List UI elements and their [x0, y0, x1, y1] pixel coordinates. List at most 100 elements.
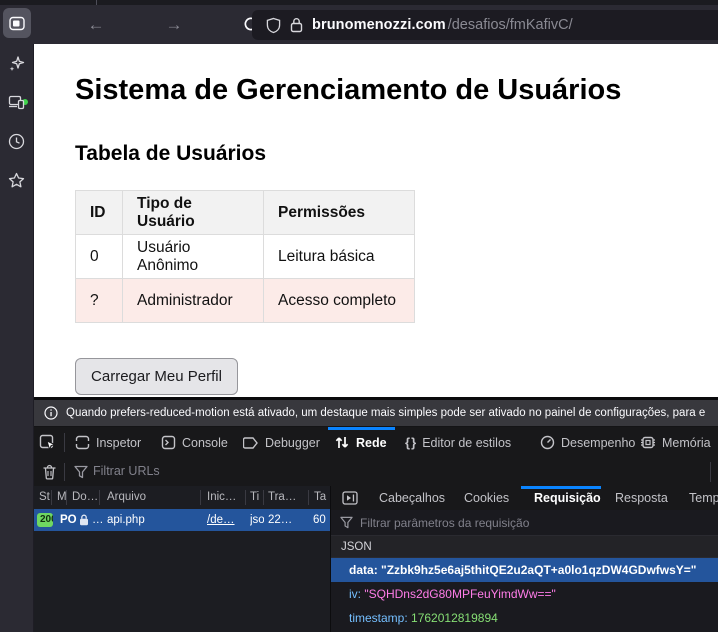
url-path: /desafios/fmKafivC/ [448, 17, 573, 33]
col-header-tipo: Tipo de Usuário [123, 191, 264, 235]
details-tabbar: Cabeçalhos Cookies Requisição Resposta T… [331, 486, 718, 511]
sidebar-toggle-button[interactable] [3, 8, 31, 38]
lock-icon [79, 514, 89, 526]
param-value: 1762012819894 [411, 611, 498, 625]
pick-element-icon [39, 434, 56, 451]
tab-timings[interactable]: Tempo [689, 486, 718, 510]
info-icon [44, 406, 58, 420]
play-pane-icon [342, 491, 358, 505]
tab-performance[interactable]: Desempenho [540, 427, 635, 458]
request-type: json [250, 509, 264, 531]
cell-id: 0 [76, 235, 123, 279]
firefox-sidebar [0, 44, 34, 632]
pick-element-button[interactable] [39, 427, 56, 458]
param-key: iv [349, 587, 358, 601]
param-value: "SQHDns2dG80MPFeuYimdWw==" [364, 587, 555, 601]
clock-icon [8, 133, 25, 150]
clear-requests-button[interactable] [42, 464, 57, 480]
param-row-data[interactable]: data: "Zzbk9hz5e6aj5thitQE2u2aQT+a0lo1qz… [331, 558, 718, 582]
filter-urls-input[interactable]: Filtrar URLs [93, 464, 160, 478]
network-arrows-icon [334, 435, 350, 450]
request-transferred: 22… [268, 509, 292, 531]
param-row-timestamp[interactable]: timestamp: 1762012819894 [331, 606, 718, 630]
synced-tabs-button[interactable] [8, 94, 25, 111]
memory-chip-icon [640, 435, 656, 450]
cell-permissoes: Acesso completo [264, 279, 415, 323]
back-button[interactable]: ← [84, 13, 108, 37]
devtools-notice-bar: Quando prefers-reduced-motion está ativa… [34, 400, 718, 427]
forward-button[interactable]: → [162, 13, 186, 37]
request-domain: … [92, 509, 104, 531]
request-size: 60 [313, 509, 329, 531]
param-row-iv[interactable]: iv: "SQHDns2dG80MPFeuYimdWw==" [331, 582, 718, 606]
cell-tipo: Administrador [123, 279, 264, 323]
notice-text: Quando prefers-reduced-motion está ativa… [66, 407, 705, 419]
sparkle-icon [8, 55, 25, 72]
star-icon [8, 172, 25, 189]
url-bar[interactable]: brunomenozzi.com /desafios/fmKafivC/ [252, 10, 718, 40]
cell-permissoes: Leitura básica [264, 235, 415, 279]
tab-network[interactable]: Rede [334, 427, 387, 458]
json-section-header[interactable]: JSON [331, 536, 718, 558]
tab-debugger[interactable]: Debugger [243, 427, 320, 458]
col-size[interactable]: Ta [314, 486, 328, 508]
tab-inspector[interactable]: Inspetor [75, 427, 141, 458]
col-header-permissoes: Permissões [264, 191, 415, 235]
table-row: 0 Usuário Anônimo Leitura básica [76, 235, 415, 279]
history-button[interactable] [8, 133, 25, 150]
console-icon [161, 435, 176, 450]
cell-tipo: Usuário Anônimo [123, 235, 264, 279]
funnel-icon [340, 516, 353, 529]
bookmarks-button[interactable] [8, 172, 25, 189]
params-filter-bar[interactable]: Filtrar parâmetros da requisição [331, 510, 718, 536]
browser-toolbar: ← → brunomenozzi.com /desafios/fmKafivC/ [0, 5, 718, 44]
status-badge: 200 [37, 513, 53, 527]
pane-divider [710, 462, 711, 482]
tab-console[interactable]: Console [161, 427, 228, 458]
col-file[interactable]: Arquivo [107, 486, 197, 508]
web-page: Sistema de Gerenciamento de Usuários Tab… [34, 44, 718, 397]
toolbar-separator [64, 463, 65, 481]
request-row[interactable]: 200 POST … api.php /de… json 22… 60 [34, 509, 330, 531]
lock-icon [290, 17, 303, 33]
devices-icon [8, 94, 25, 110]
debugger-icon [243, 436, 259, 450]
users-table: ID Tipo de Usuário Permissões 0 Usuário … [75, 190, 415, 323]
page-title: Sistema de Gerenciamento de Usuários [75, 74, 621, 107]
tab-request[interactable]: Requisição [534, 486, 601, 510]
tab-style-editor[interactable]: { } Editor de estilos [405, 427, 511, 458]
col-transferred[interactable]: Tra… [268, 486, 305, 508]
col-type[interactable]: Ti [250, 486, 262, 508]
col-initiator[interactable]: Inic… [207, 486, 243, 508]
devtools-tabbar: Inspetor Console Debugger Rede [34, 427, 718, 459]
details-pane-toggle-button[interactable] [342, 491, 358, 505]
tab-response[interactable]: Resposta [615, 486, 668, 510]
load-profile-button[interactable]: Carregar Meu Perfil [75, 358, 238, 395]
request-details-pane: Cabeçalhos Cookies Requisição Resposta T… [330, 486, 718, 632]
col-header-id: ID [76, 191, 123, 235]
ai-chatbot-button[interactable] [8, 55, 25, 72]
tab-cookies[interactable]: Cookies [464, 486, 509, 510]
tab-headers[interactable]: Cabeçalhos [379, 486, 445, 510]
section-heading: Tabela de Usuários [75, 142, 266, 166]
col-domain[interactable]: Do… [72, 486, 99, 508]
url-host: brunomenozzi.com [312, 17, 446, 33]
request-list-empty-area [34, 531, 330, 632]
request-method: POST [60, 509, 77, 531]
params-filter-placeholder: Filtrar parâmetros da requisição [360, 516, 529, 530]
table-header-row: ID Tipo de Usuário Permissões [76, 191, 415, 235]
network-toolbar: Filtrar URLs [34, 458, 718, 487]
request-file: api.php [107, 509, 145, 531]
param-key: timestamp [349, 611, 404, 625]
tab-memory[interactable]: Memória [640, 427, 711, 458]
trash-icon [42, 464, 57, 480]
param-key: data [349, 563, 374, 577]
request-list-header: St M Do… Arquivo Inic… Ti Tra… Ta [34, 486, 330, 510]
request-initiator: /de… [207, 509, 235, 531]
gauge-icon [540, 435, 555, 450]
firefox-window: ← → brunomenozzi.com /desafios/fmKafivC/ [0, 0, 718, 632]
toolbar-separator [64, 433, 65, 452]
devtools-panel: Quando prefers-reduced-motion está ativa… [34, 397, 718, 632]
sidebar-toggle-icon [9, 16, 25, 31]
inspector-icon [75, 435, 90, 450]
